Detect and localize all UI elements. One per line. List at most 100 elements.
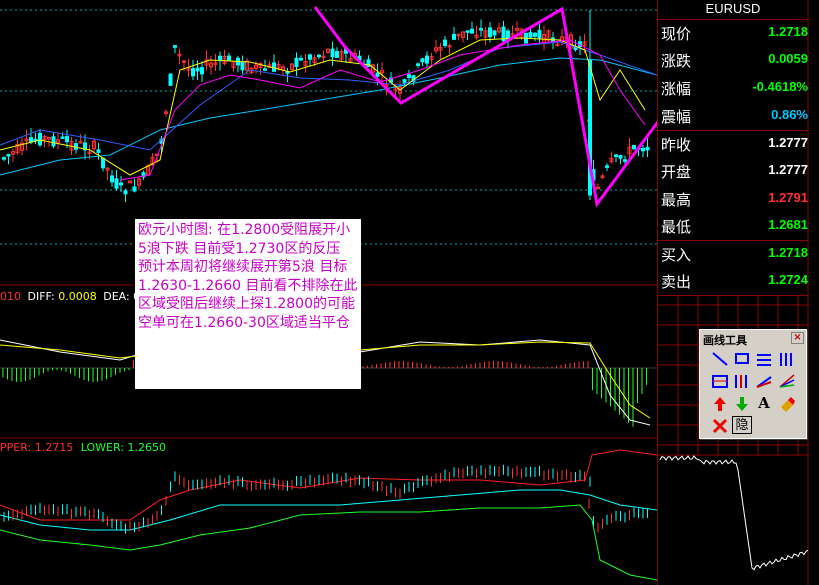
- chart-area[interactable]: 010 DIFF: 0.0008 DEA: 0 PPER: 1.2715 LOW…: [0, 0, 657, 585]
- candle-body: [191, 68, 195, 77]
- candle-body: [299, 57, 303, 61]
- toolbox-titlebar[interactable]: 画线工具 ×: [701, 331, 805, 347]
- candle-body: [240, 60, 245, 71]
- tool-text-button[interactable]: A: [754, 394, 774, 412]
- candle-body: [330, 48, 335, 58]
- candle-body: [528, 32, 533, 38]
- candle-body: [537, 29, 542, 39]
- tool-line-button[interactable]: [710, 350, 730, 368]
- candle-body: [263, 68, 267, 71]
- candle-body: [2, 157, 6, 160]
- toolbox-title: 画线工具: [703, 334, 747, 347]
- quote-row-prev_close: 昨收 1.2777: [658, 131, 808, 157]
- tool-price-channel-button[interactable]: [732, 372, 752, 390]
- candle-body: [618, 155, 623, 159]
- tool-hide-button[interactable]: 隐: [732, 416, 752, 434]
- macd-prefix: 010: [0, 290, 21, 303]
- quote-row-current: 现价 1.2718: [658, 20, 808, 46]
- down-arrow-icon: [736, 397, 748, 411]
- candle-body: [110, 175, 114, 183]
- candle-body: [416, 63, 420, 66]
- candle-body: [308, 54, 312, 60]
- quote-panel: EURUSD 现价 1.2718 涨跌 0.0059 涨幅 -0.4618% 震幅 0.86%…: [657, 0, 819, 585]
- candle-body: [420, 58, 425, 63]
- quote-row-ask: 卖出 1.2724: [658, 268, 808, 294]
- candle-body: [425, 55, 429, 64]
- tool-up-arrow-button[interactable]: [710, 394, 730, 412]
- candle-body: [641, 148, 645, 152]
- candle-body: [452, 33, 456, 40]
- analysis-annotation[interactable]: 欧元小时图: 在1.2800受阻展开小5浪下跌 目前受1.2730区的反压 预计…: [135, 219, 361, 389]
- quote-row-low: 最低 1.2681: [658, 213, 808, 239]
- candle-body: [96, 149, 101, 153]
- quote-label-low: 最低: [661, 218, 692, 236]
- tool-eraser-button[interactable]: [777, 394, 797, 412]
- candle-body: [632, 144, 636, 150]
- candle-body: [200, 67, 204, 75]
- fibonacci-fan-icon: [780, 353, 792, 366]
- candle-body: [173, 45, 177, 48]
- candle-body: [168, 73, 173, 86]
- candle-body: [533, 32, 537, 37]
- candle-body: [123, 190, 128, 195]
- tool-rectangle-button[interactable]: [732, 350, 752, 368]
- candle-body: [227, 55, 231, 62]
- text-icon: A: [758, 394, 770, 412]
- candle-body: [407, 74, 411, 78]
- quote-separator: [658, 295, 808, 296]
- quote-separator: [658, 240, 808, 241]
- candle-body: [470, 28, 474, 34]
- tool-speed-lines-button[interactable]: [754, 372, 774, 390]
- tick-sparkline: [659, 455, 809, 571]
- candle-body: [38, 132, 42, 146]
- rectangle-icon: [735, 353, 749, 364]
- quote-value-high: 1.2791: [768, 190, 808, 205]
- quote-value-low: 1.2681: [768, 217, 808, 232]
- boll-lower-label: LOWER:: [80, 441, 128, 454]
- macd-diff-value: 0.0008: [58, 290, 97, 303]
- symbol-title: EURUSD: [705, 1, 761, 16]
- candle-body: [294, 57, 299, 68]
- quote-label-high: 最高: [661, 191, 692, 209]
- hide-icon: 隐: [732, 416, 752, 434]
- candle-body: [6, 154, 11, 157]
- quote-value-change_pct: -0.4618%: [752, 79, 808, 94]
- quote-separator: [658, 130, 808, 131]
- quote-value-bid: 1.2718: [768, 245, 808, 260]
- candle-body: [51, 136, 56, 147]
- tool-down-arrow-button[interactable]: [732, 394, 752, 412]
- quote-value-ask: 1.2724: [768, 272, 808, 287]
- drawing-toolbox[interactable]: 画线工具 × A隐: [699, 329, 807, 439]
- candle-body: [623, 159, 627, 162]
- toolbox-close-button[interactable]: ×: [791, 332, 804, 344]
- tool-text-tool-1-button[interactable]: [710, 372, 730, 390]
- macd-indicator-label: 010 DIFF: 0.0008 DEA: 0: [0, 290, 140, 303]
- candle-body: [335, 51, 339, 58]
- tool-gann-fan-button[interactable]: [777, 372, 797, 390]
- quote-label-bid: 买入: [661, 246, 692, 264]
- tool-parallel-lines-button[interactable]: [754, 350, 774, 368]
- quote-value-amplitude: 0.86%: [771, 107, 808, 122]
- speed-lines-icon: [756, 376, 772, 388]
- quote-row-open: 开盘 1.2777: [658, 158, 808, 184]
- candle-body: [195, 67, 200, 72]
- candle-body: [443, 39, 447, 47]
- tool-delete-button[interactable]: [710, 416, 730, 434]
- candle-body: [132, 186, 137, 192]
- candle-body: [272, 62, 276, 72]
- quote-label-open: 开盘: [661, 163, 692, 181]
- candle-body: [402, 79, 407, 84]
- boll-indicator-label: PPER: 1.2715 LOWER: 1.2650: [0, 441, 166, 454]
- gann-fan-icon: [779, 374, 795, 388]
- quote-label-change_pct: 涨幅: [661, 80, 692, 98]
- candle-body: [488, 27, 492, 38]
- candle-body: [492, 30, 497, 36]
- boll-upper-value: 1.2715: [34, 441, 74, 454]
- quote-row-change_pct: 涨幅 -0.4618%: [658, 75, 808, 101]
- text-tool-1-icon: [712, 375, 728, 388]
- candle-body: [614, 154, 618, 157]
- candle-body: [60, 136, 65, 139]
- tool-fibonacci-fan-button[interactable]: [777, 350, 797, 368]
- candle-body: [317, 54, 321, 58]
- quote-label-amplitude: 震幅: [661, 108, 692, 126]
